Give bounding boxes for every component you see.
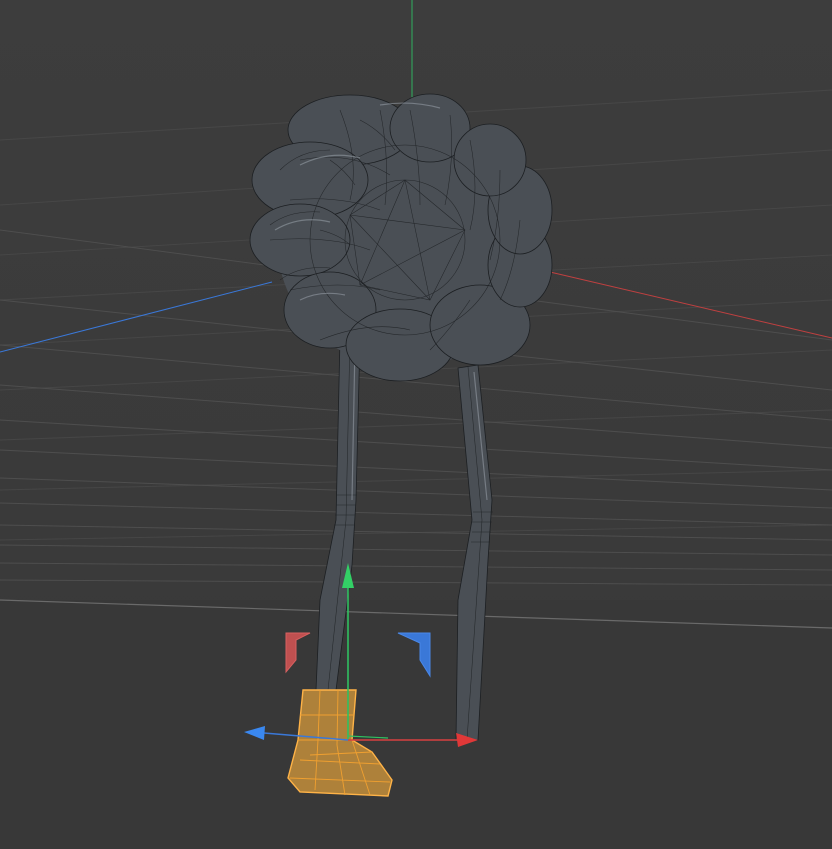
world-x-axis: [549, 271, 832, 339]
flower-head-mesh[interactable]: [249, 93, 553, 382]
3d-viewport[interactable]: [0, 0, 832, 849]
viewport-canvas[interactable]: [0, 0, 832, 849]
